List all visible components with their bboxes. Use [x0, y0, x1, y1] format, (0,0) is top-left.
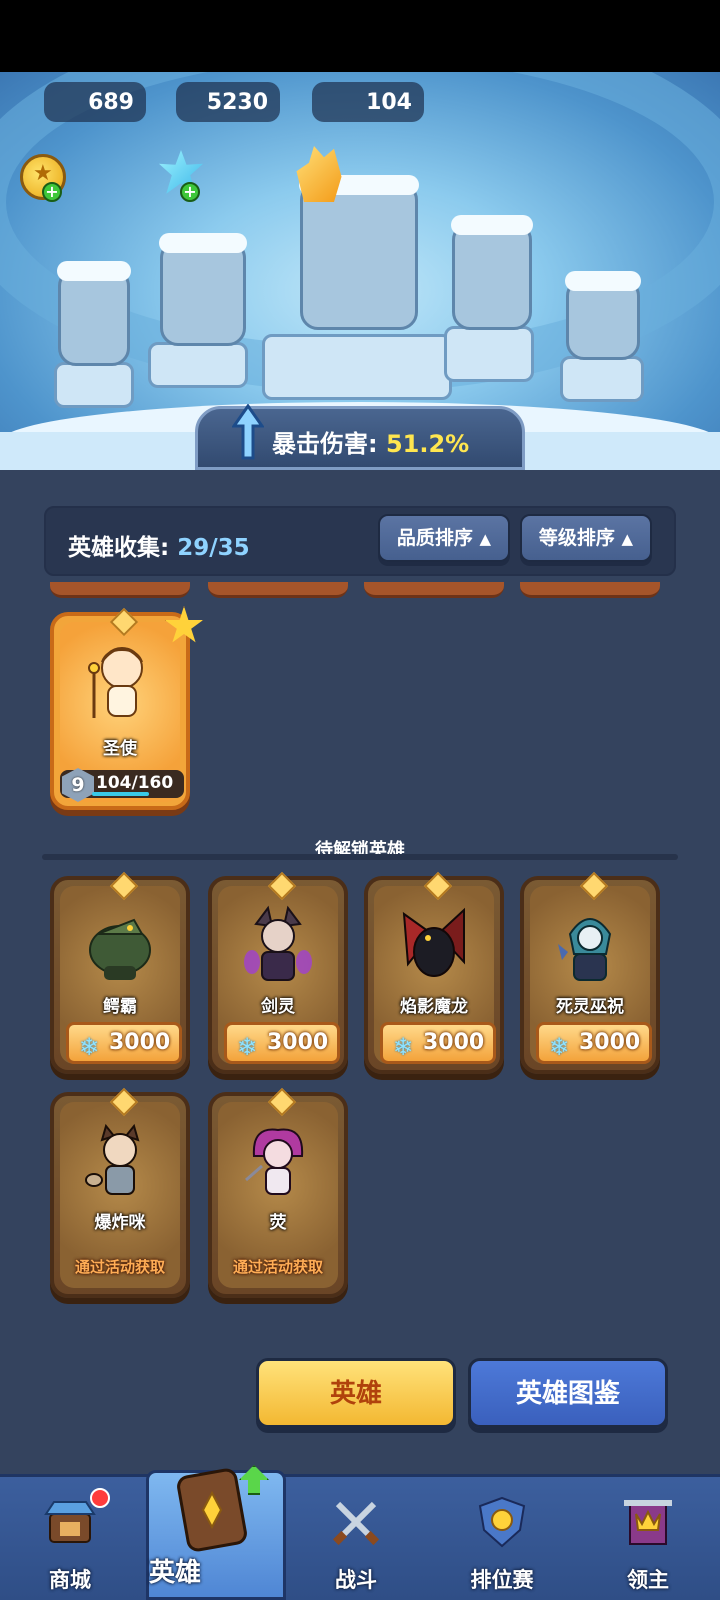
lord-banner-icon — [624, 1500, 672, 1545]
crystal-counter[interactable]: 5230 — [176, 82, 280, 122]
boom-cat-hero-portrait — [85, 1123, 140, 1195]
nav-ranked[interactable]: 排位赛 — [432, 1480, 572, 1600]
sort-level-button[interactable]: 等级排序 ▲ — [520, 514, 652, 562]
hero-card-icon — [177, 1468, 247, 1552]
nav-shop-label: 商城 — [49, 1568, 91, 1592]
upgrade-arrow-icon — [232, 404, 264, 460]
nav-battle-label: 战斗 — [335, 1568, 377, 1592]
hero-card-owned[interactable]: 圣使 9 104/160 — [50, 606, 204, 810]
crossed-swords-icon — [332, 1501, 380, 1546]
card-edge — [520, 582, 660, 598]
firefly-hero-portrait — [245, 1128, 304, 1195]
necromancer-hero-portrait — [558, 918, 612, 981]
hero-card-locked[interactable]: 剑灵 ❄ 3000 — [208, 871, 348, 1074]
sort-level-label: 等级排序 — [538, 527, 615, 549]
card-edge — [208, 582, 348, 598]
hero-card-event[interactable]: 荧 通过活动获取 — [208, 1087, 348, 1298]
nav-heroes[interactable]: 英雄 — [146, 1465, 286, 1600]
hero-statue — [159, 233, 247, 346]
add-crystal-icon[interactable]: + — [180, 182, 200, 202]
nav-lord-label: 领主 — [627, 1568, 669, 1592]
pedestal — [444, 326, 534, 382]
section-divider — [42, 854, 678, 860]
collection-title: 英雄收集: 29/35 — [68, 528, 250, 562]
hero-level-badge: 9 — [62, 768, 94, 802]
sword-spirit-hero-portrait — [244, 905, 312, 981]
unlock-price: 3000 — [579, 1030, 641, 1055]
hero-name: 死灵巫祝 — [556, 997, 624, 1017]
hero-card-locked[interactable]: 鳄霸 ❄ 3000 — [50, 871, 190, 1074]
snowflake-icon: ❄ — [237, 1033, 258, 1061]
hero-progress-fill — [92, 792, 149, 796]
hero-statue — [451, 215, 533, 330]
snowflake-icon: ❄ — [393, 1033, 414, 1061]
heroes-tab-button[interactable]: 英雄 — [256, 1358, 456, 1428]
gold-value: 689 — [88, 90, 134, 115]
unlock-price: 3000 — [423, 1030, 485, 1055]
event-unlock-label: 通过活动获取 — [74, 1258, 165, 1276]
nav-lord[interactable]: 领主 — [578, 1480, 718, 1600]
hero-name: 圣使 — [103, 739, 137, 759]
event-unlock-label: 通过活动获取 — [232, 1258, 323, 1276]
nav-shop[interactable]: 商城 — [0, 1480, 140, 1600]
sort-quality-label: 品质排序 — [396, 527, 473, 549]
unlock-price: 3000 — [109, 1030, 171, 1055]
nav-battle[interactable]: 战斗 — [286, 1480, 426, 1600]
nav-ranked-label: 排位赛 — [470, 1568, 534, 1592]
collection-count: 29/35 — [177, 535, 250, 561]
crystal-value: 5230 — [206, 90, 268, 115]
add-gold-icon[interactable]: + — [42, 182, 62, 202]
hero-portrait — [88, 647, 143, 718]
gold-counter[interactable]: 689 — [44, 82, 146, 122]
unlock-price-button[interactable]: ❄ 3000 — [224, 1022, 340, 1064]
notification-dot — [90, 1488, 110, 1508]
hero-name: 鳄霸 — [103, 997, 137, 1017]
dragon-statue — [299, 175, 419, 330]
card-edge — [364, 582, 504, 598]
shadow-dragon-hero-portrait — [402, 907, 465, 977]
shop-icon — [44, 1501, 96, 1543]
central-pedestal — [262, 334, 452, 400]
pedestal — [148, 342, 248, 388]
hero-card-locked[interactable]: 焰影魔龙 ❄ 3000 — [364, 871, 504, 1074]
sort-quality-button[interactable]: 品质排序 ▲ — [378, 514, 510, 562]
crocodile-hero-portrait — [89, 918, 151, 980]
unlock-price-button[interactable]: ❄ 3000 — [380, 1022, 496, 1064]
sort-up-icon: ▲ — [621, 530, 634, 548]
card-edge — [50, 582, 190, 598]
unlock-price-button[interactable]: ❄ 3000 — [66, 1022, 182, 1064]
crit-damage-text: 暴击伤害: 51.2% — [272, 424, 469, 459]
pedestal — [560, 356, 644, 402]
hero-level-bar: 9 104/160 — [60, 768, 184, 802]
hero-statue — [57, 261, 131, 366]
hero-shard-progress: 104/160 — [96, 773, 174, 793]
robot-statue — [565, 271, 641, 360]
hero-card-event[interactable]: 爆炸咪 通过活动获取 — [50, 1087, 190, 1298]
status-bar — [0, 0, 720, 72]
unlock-price: 3000 — [267, 1030, 329, 1055]
sort-up-icon: ▲ — [479, 530, 492, 548]
gem-value: 104 — [366, 90, 412, 115]
snowflake-icon: ❄ — [79, 1033, 100, 1061]
hero-codex-button[interactable]: 英雄图鉴 — [468, 1358, 668, 1428]
ranked-shield-icon — [478, 1496, 526, 1548]
hero-name: 焰影魔龙 — [400, 997, 468, 1017]
crit-damage-value: 51.2% — [385, 430, 470, 458]
pedestal — [54, 362, 134, 408]
gem-counter[interactable]: 104 — [312, 82, 424, 122]
nav-heroes-label: 英雄 — [149, 1558, 202, 1588]
collection-label: 英雄收集: — [68, 535, 178, 561]
hero-name: 荧 — [269, 1213, 287, 1233]
hero-card-locked[interactable]: 死灵巫祝 ❄ 3000 — [520, 871, 660, 1074]
hero-name: 剑灵 — [261, 997, 295, 1017]
hero-name: 爆炸咪 — [94, 1213, 146, 1233]
unlock-price-button[interactable]: ❄ 3000 — [536, 1022, 652, 1064]
snowflake-icon: ❄ — [549, 1033, 570, 1061]
crit-damage-label: 暴击伤害: — [272, 430, 386, 458]
